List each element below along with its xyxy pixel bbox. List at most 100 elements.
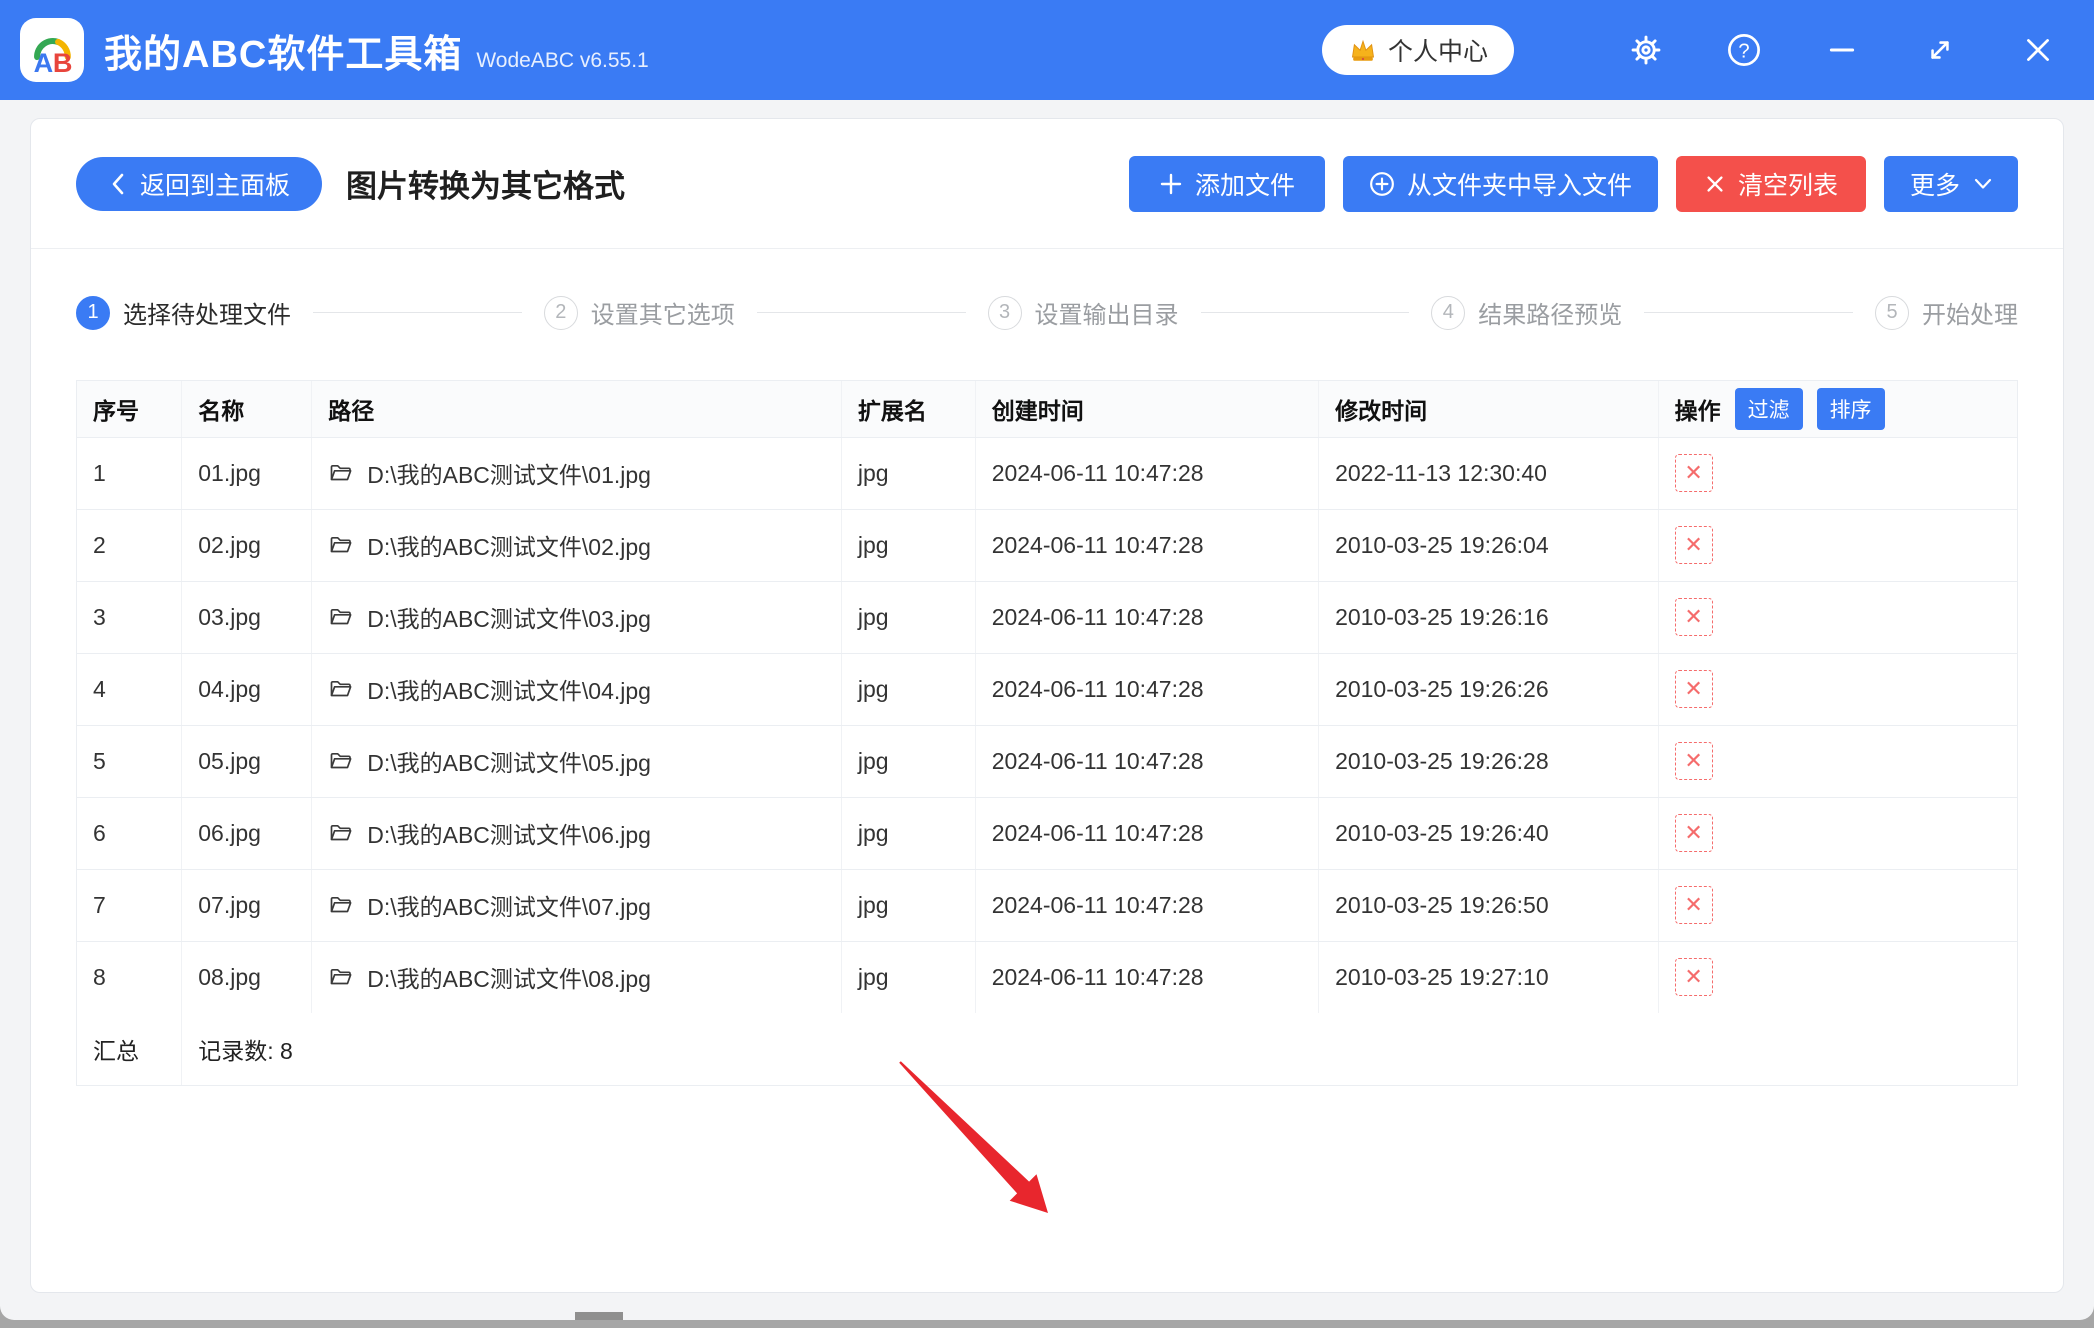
- cell-ext: jpg: [841, 437, 976, 510]
- cell-actions: ✕: [1658, 581, 2017, 654]
- file-table-wrap: 序号 名称 路径 扩展名 创建时间 修改时间 操作 过滤 排序 1 01.jpg…: [76, 380, 2018, 1086]
- folder-icon: [330, 680, 352, 697]
- delete-row-button[interactable]: ✕: [1674, 742, 1713, 780]
- step-2: 2 设置其它选项: [543, 295, 735, 330]
- step-connector: [313, 312, 522, 313]
- cell-index: 7: [77, 869, 183, 942]
- abc-logo-icon: A B: [34, 38, 73, 78]
- cell-index: 4: [77, 653, 183, 726]
- cell-actions: ✕: [1658, 725, 2017, 798]
- toolbar: 返回到主面板 图片转换为其它格式 添加文件 从文件夹中导入文件 清空列表 更多: [31, 119, 2063, 249]
- header-path: 路径: [311, 381, 842, 438]
- delete-row-button[interactable]: ✕: [1674, 958, 1713, 997]
- more-button[interactable]: 更多: [1883, 155, 2018, 212]
- cell-index: 6: [77, 797, 183, 870]
- table-body: 1 01.jpg D:\我的ABC测试文件\01.jpg jpg 2024-06-11 …: [77, 437, 2017, 1013]
- cell-path: D:\我的ABC测试文件\02.jpg: [311, 509, 842, 582]
- folder-icon: [330, 969, 352, 985]
- file-path: D:\我的ABC测试文件\08.jpg: [367, 966, 651, 993]
- cell-created: 2024-06-11 10:47:28: [975, 581, 1320, 654]
- cell-name: 05.jpg: [181, 725, 313, 798]
- step-4: 4 结果路径预览: [1431, 295, 1622, 330]
- cell-modified: 2010-03-25 19:26:04: [1318, 509, 1659, 582]
- header-created: 创建时间: [975, 381, 1320, 438]
- cell-name: 08.jpg: [181, 941, 313, 1013]
- file-path: D:\我的ABC测试文件\05.jpg: [367, 750, 651, 776]
- step-number: 2: [543, 295, 578, 330]
- personal-center-button[interactable]: 个人中心: [1321, 25, 1514, 75]
- table-row: 6 06.jpg D:\我的ABC测试文件\06.jpg jpg 2024-06-11 …: [77, 797, 2017, 870]
- cell-path: D:\我的ABC测试文件\04.jpg: [311, 653, 842, 726]
- table-row: 7 07.jpg D:\我的ABC测试文件\07.jpg jpg 2024-06-11 …: [77, 869, 2017, 942]
- help-button[interactable]: ?: [1726, 32, 1762, 68]
- svg-text:A: A: [34, 47, 54, 78]
- file-table: 序号 名称 路径 扩展名 创建时间 修改时间 操作 过滤 排序 1 01.jpg…: [77, 381, 2017, 1085]
- minimize-button[interactable]: [1824, 32, 1860, 68]
- cell-modified: 2010-03-25 19:26:40: [1318, 797, 1659, 870]
- cell-created: 2024-06-11 10:47:28: [975, 509, 1320, 582]
- actions-label: 操作: [1674, 397, 1721, 424]
- cell-index: 2: [77, 509, 183, 582]
- maximize-button[interactable]: [1922, 32, 1958, 68]
- step-connector: [1644, 312, 1853, 313]
- delete-row-button[interactable]: ✕: [1674, 526, 1713, 564]
- summary-label: 汇总: [77, 1013, 183, 1085]
- step-label: 结果路径预览: [1478, 302, 1623, 329]
- more-label: 更多: [1909, 171, 1960, 200]
- close-button[interactable]: [2020, 32, 2056, 68]
- cell-path: D:\我的ABC测试文件\05.jpg: [311, 725, 842, 798]
- step-number: 3: [987, 295, 1022, 330]
- step-number: 1: [76, 295, 110, 330]
- titlebar: A B 我的ABC软件工具箱 WodeABC v6.55.1 个人中心 ?: [0, 0, 2094, 100]
- file-path: D:\我的ABC测试文件\02.jpg: [367, 534, 651, 560]
- delete-row-button[interactable]: ✕: [1674, 886, 1713, 924]
- cell-name: 07.jpg: [181, 869, 313, 942]
- app-title: 我的ABC软件工具箱: [104, 33, 463, 76]
- folder-icon: [330, 536, 352, 553]
- cell-actions: ✕: [1658, 509, 2017, 582]
- step-label: 开始处理: [1922, 302, 2018, 329]
- header-ext: 扩展名: [841, 381, 976, 438]
- cell-ext: jpg: [841, 509, 976, 582]
- back-to-main-button[interactable]: 返回到主面板: [76, 156, 323, 211]
- cell-ext: jpg: [841, 869, 976, 942]
- clear-list-label: 清空列表: [1737, 171, 1838, 200]
- page-title: 图片转换为其它格式: [346, 169, 626, 204]
- delete-row-button[interactable]: ✕: [1674, 598, 1713, 636]
- step-number: 4: [1431, 295, 1466, 330]
- app-version: WodeABC v6.55.1: [476, 48, 649, 72]
- svg-text:?: ?: [1738, 40, 1749, 62]
- delete-row-button[interactable]: ✕: [1674, 814, 1713, 852]
- app-logo: A B: [20, 18, 84, 82]
- cell-actions: ✕: [1658, 869, 2017, 942]
- cell-path: D:\我的ABC测试文件\06.jpg: [311, 797, 842, 870]
- cell-path: D:\我的ABC测试文件\01.jpg: [311, 437, 842, 510]
- sort-button[interactable]: 排序: [1816, 387, 1885, 430]
- table-row: 4 04.jpg D:\我的ABC测试文件\04.jpg jpg 2024-06-11 …: [77, 653, 2017, 726]
- step-number: 5: [1875, 295, 1909, 330]
- settings-button[interactable]: [1628, 32, 1664, 68]
- cell-created: 2024-06-11 10:47:28: [975, 797, 1320, 870]
- content: 1 选择待处理文件 2 设置其它选项 3 设置输出目录 4 结果路径预览 5 开始处理 序号 名称…: [31, 295, 2063, 1320]
- cell-name: 02.jpg: [181, 509, 313, 582]
- main-card: 返回到主面板 图片转换为其它格式 添加文件 从文件夹中导入文件 清空列表 更多 …: [30, 118, 2064, 1293]
- cell-index: 1: [77, 437, 183, 510]
- folder-icon: [330, 824, 352, 841]
- clear-list-button[interactable]: 清空列表: [1675, 155, 1866, 212]
- cell-modified: 2010-03-25 19:27:10: [1318, 941, 1659, 1013]
- delete-row-button[interactable]: ✕: [1674, 454, 1713, 492]
- cell-actions: ✕: [1658, 941, 2017, 1013]
- step-connector: [756, 312, 966, 313]
- svg-text:B: B: [53, 47, 73, 78]
- table-row: 3 03.jpg D:\我的ABC测试文件\03.jpg jpg 2024-06-11 …: [77, 581, 2017, 654]
- delete-row-button[interactable]: ✕: [1674, 670, 1713, 708]
- table-row: 5 05.jpg D:\我的ABC测试文件\05.jpg jpg 2024-06-11 …: [77, 725, 2017, 798]
- personal-center-label: 个人中心: [1387, 38, 1488, 66]
- add-files-button[interactable]: 添加文件: [1128, 155, 1325, 212]
- import-from-folder-button[interactable]: 从文件夹中导入文件: [1342, 155, 1658, 212]
- step-1: 1 选择待处理文件: [76, 295, 291, 330]
- cell-modified: 2010-03-25 19:26:28: [1318, 725, 1659, 798]
- filter-button[interactable]: 过滤: [1734, 387, 1803, 430]
- table-row: 2 02.jpg D:\我的ABC测试文件\02.jpg jpg 2024-06-11 …: [77, 509, 2017, 582]
- add-files-label: 添加文件: [1194, 171, 1295, 200]
